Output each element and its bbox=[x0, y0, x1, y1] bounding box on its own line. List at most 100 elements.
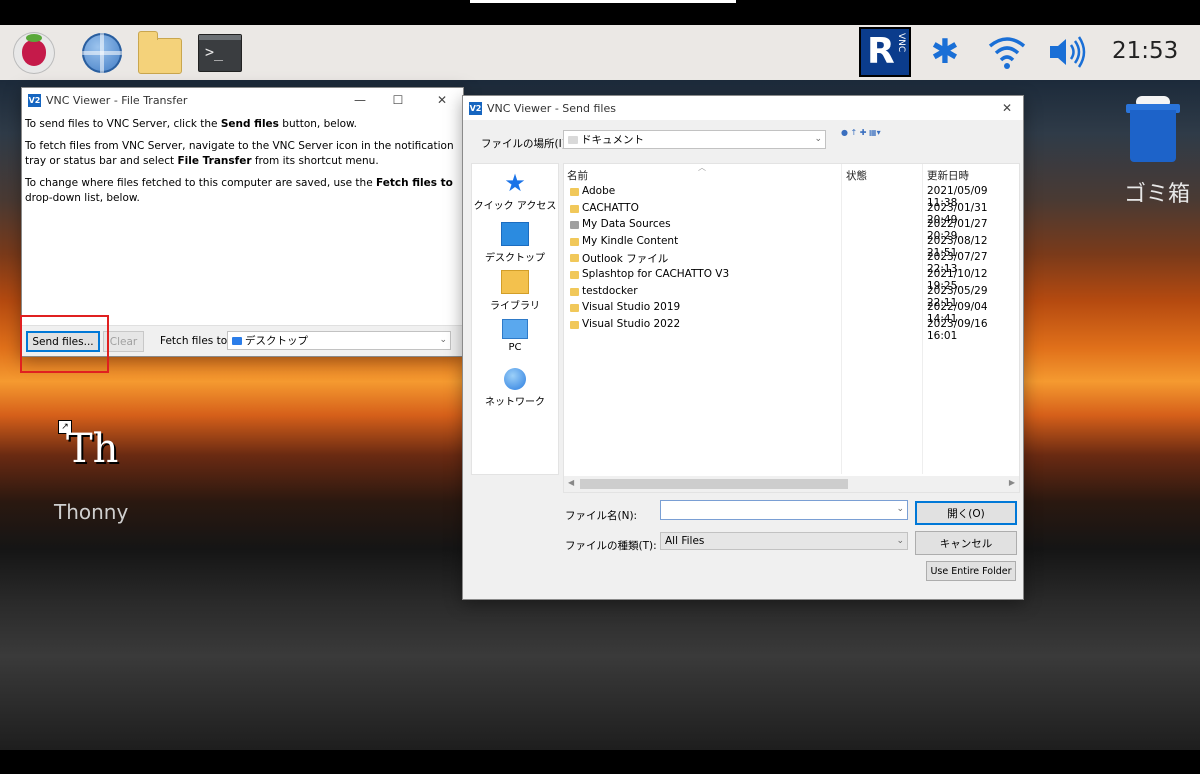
nav-pc[interactable]: PC bbox=[472, 319, 558, 353]
file-manager-folder-icon[interactable] bbox=[138, 31, 182, 75]
fetch-instructions: To fetch files from VNC Server, navigate… bbox=[25, 140, 454, 167]
wifi-icon[interactable] bbox=[986, 32, 1028, 72]
location-value: ドキュメント bbox=[581, 134, 644, 146]
close-button[interactable]: ✕ bbox=[432, 91, 452, 109]
file-row[interactable]: Adobe 2021/05/09 11:38 bbox=[564, 184, 1019, 209]
thonny-label: Thonny bbox=[54, 500, 129, 524]
file-name: Visual Studio 2022 bbox=[582, 317, 681, 330]
nav-libraries[interactable]: ライブラリ bbox=[472, 270, 558, 312]
folder-icon bbox=[570, 204, 579, 213]
filetype-dropdown[interactable]: All Files ⌄ bbox=[660, 532, 908, 550]
file-row[interactable]: Splashtop for CACHATTO V3 2021/10/12 19:2… bbox=[564, 267, 1019, 292]
folder-icon bbox=[570, 188, 579, 196]
file-name: My Data Sources bbox=[582, 218, 671, 231]
file-row[interactable]: CACHATTO 2023/01/31 20:49 bbox=[564, 201, 1019, 226]
send-instructions: To send files to VNC Server, click the S… bbox=[25, 118, 358, 130]
scroll-left-icon[interactable]: ◀ bbox=[568, 478, 574, 487]
nav-label: ネットワーク bbox=[485, 397, 545, 408]
send-files-titlebar: V2 VNC Viewer - Send files ✕ bbox=[463, 96, 1023, 120]
raspberry-pi-menu-icon[interactable] bbox=[12, 31, 56, 75]
chevron-down-icon: ⌄ bbox=[896, 504, 904, 514]
fetch-location-instructions: To change where files fetched to this co… bbox=[25, 177, 453, 204]
nav-desktop[interactable]: デスクトップ bbox=[472, 222, 558, 264]
chevron-down-icon: ⌄ bbox=[896, 536, 904, 546]
open-button[interactable]: 開く(O) bbox=[915, 501, 1017, 525]
computer-icon bbox=[502, 319, 528, 339]
file-list: 名前 ︿ 状態 更新日時 Adobe 2021/05/09 11:38 CACHA… bbox=[563, 163, 1020, 493]
file-row[interactable]: My Data Sources 2022/01/27 20:29 bbox=[564, 217, 1019, 242]
file-transfer-titlebar: V2 VNC Viewer - File Transfer — ☐ ✕ bbox=[22, 88, 463, 112]
cancel-button[interactable]: キャンセル bbox=[915, 531, 1017, 555]
filename-label: ファイル名(N): bbox=[565, 510, 638, 522]
nav-label: PC bbox=[508, 342, 522, 353]
file-name: Visual Studio 2019 bbox=[582, 301, 681, 314]
web-browser-globe-icon[interactable] bbox=[80, 31, 124, 75]
file-date: 2023/09/16 16:01 bbox=[927, 317, 988, 342]
clear-button[interactable]: Clear bbox=[103, 331, 144, 352]
chevron-down-icon: ⌄ bbox=[439, 335, 447, 345]
close-button[interactable]: ✕ bbox=[997, 99, 1017, 117]
thonny-shortcut-icon[interactable]: ↗ Th bbox=[58, 420, 128, 480]
file-row[interactable]: Visual Studio 2019 2022/09/04 14:41 bbox=[564, 300, 1019, 325]
sort-chevron-icon: ︿ bbox=[698, 163, 706, 172]
navigation-pane: ★ クイック アクセス デスクトップ ライブラリ PC ネットワーク bbox=[471, 163, 559, 475]
folder-icon bbox=[570, 254, 579, 263]
horizontal-scrollbar[interactable]: ◀ ▶ bbox=[564, 476, 1019, 492]
fetch-files-label: Fetch files to: bbox=[160, 335, 231, 347]
network-globe-icon bbox=[504, 368, 526, 390]
file-row[interactable]: Outlook ファイル 2023/07/27 22:13 bbox=[564, 250, 1019, 275]
dialog-title: VNC Viewer - Send files bbox=[487, 101, 616, 115]
nav-quick-access[interactable]: ★ クイック アクセス bbox=[472, 169, 558, 212]
column-status[interactable]: 状態 bbox=[846, 168, 867, 183]
filetype-value: All Files bbox=[665, 535, 705, 547]
use-entire-folder-button[interactable]: Use Entire Folder bbox=[926, 561, 1016, 581]
scrollbar-thumb[interactable] bbox=[580, 479, 848, 489]
nav-label: デスクトップ bbox=[485, 253, 545, 264]
top-indicator bbox=[470, 0, 736, 3]
filename-input[interactable]: ⌄ bbox=[660, 500, 908, 520]
maximize-button[interactable]: ☐ bbox=[388, 91, 408, 109]
folder-icon bbox=[570, 287, 579, 296]
file-row[interactable]: Visual Studio 2022 2023/09/16 16:01 bbox=[564, 317, 1019, 342]
desktop-icon bbox=[501, 222, 529, 246]
column-modified[interactable]: 更新日時 bbox=[927, 168, 969, 183]
library-folder-icon bbox=[501, 270, 529, 294]
view-toolbar[interactable]: ● ↑ ✚ ▦▾ bbox=[841, 128, 881, 137]
folder-icon bbox=[570, 271, 579, 279]
clock: 21:53 bbox=[1112, 38, 1179, 64]
folder-icon bbox=[570, 304, 579, 313]
filetype-label: ファイルの種類(T): bbox=[565, 540, 657, 552]
file-row[interactable]: testdocker 2023/05/29 22:11 bbox=[564, 284, 1019, 309]
vnc-server-icon[interactable]: R VNC bbox=[859, 27, 911, 77]
minimize-button[interactable]: — bbox=[350, 91, 370, 109]
fetch-files-dropdown[interactable]: デスクトップ ⌄ bbox=[227, 331, 451, 350]
fetch-files-value: デスクトップ bbox=[245, 335, 308, 347]
file-name: My Kindle Content bbox=[582, 234, 679, 247]
send-files-dialog: V2 VNC Viewer - Send files ✕ ファイルの場所(I):… bbox=[462, 95, 1024, 600]
file-name: testdocker bbox=[582, 284, 638, 297]
file-name: Outlook ファイル bbox=[582, 253, 669, 266]
bluetooth-icon[interactable]: ✱ bbox=[930, 31, 960, 73]
nav-label: ライブラリ bbox=[490, 301, 540, 312]
volume-icon[interactable] bbox=[1046, 32, 1088, 72]
file-name: CACHATTO bbox=[582, 201, 639, 214]
star-icon: ★ bbox=[504, 169, 526, 197]
nav-label: クイック アクセス bbox=[473, 201, 557, 212]
folder-icon bbox=[570, 320, 579, 329]
highlight-annotation bbox=[20, 315, 109, 373]
trash-bin-icon[interactable] bbox=[1122, 96, 1186, 170]
documents-folder-icon bbox=[568, 135, 578, 144]
column-name[interactable]: 名前 bbox=[567, 168, 588, 183]
location-dropdown[interactable]: ドキュメント ⌄ bbox=[563, 130, 826, 149]
data-sources-icon bbox=[570, 221, 579, 230]
nav-network[interactable]: ネットワーク bbox=[472, 368, 558, 408]
window-title: VNC Viewer - File Transfer bbox=[46, 93, 188, 107]
vnc-logo-icon: V2 bbox=[469, 101, 482, 115]
terminal-icon[interactable]: >_ bbox=[198, 31, 242, 75]
file-row[interactable]: My Kindle Content 2023/08/12 21:51 bbox=[564, 234, 1019, 259]
file-list-header: 名前 ︿ 状態 更新日時 bbox=[564, 163, 1019, 184]
trash-label: ゴミ箱 bbox=[1124, 182, 1191, 207]
desktop-folder-icon bbox=[232, 336, 242, 345]
scroll-right-icon[interactable]: ▶ bbox=[1009, 478, 1015, 487]
file-name: Adobe bbox=[582, 185, 616, 197]
